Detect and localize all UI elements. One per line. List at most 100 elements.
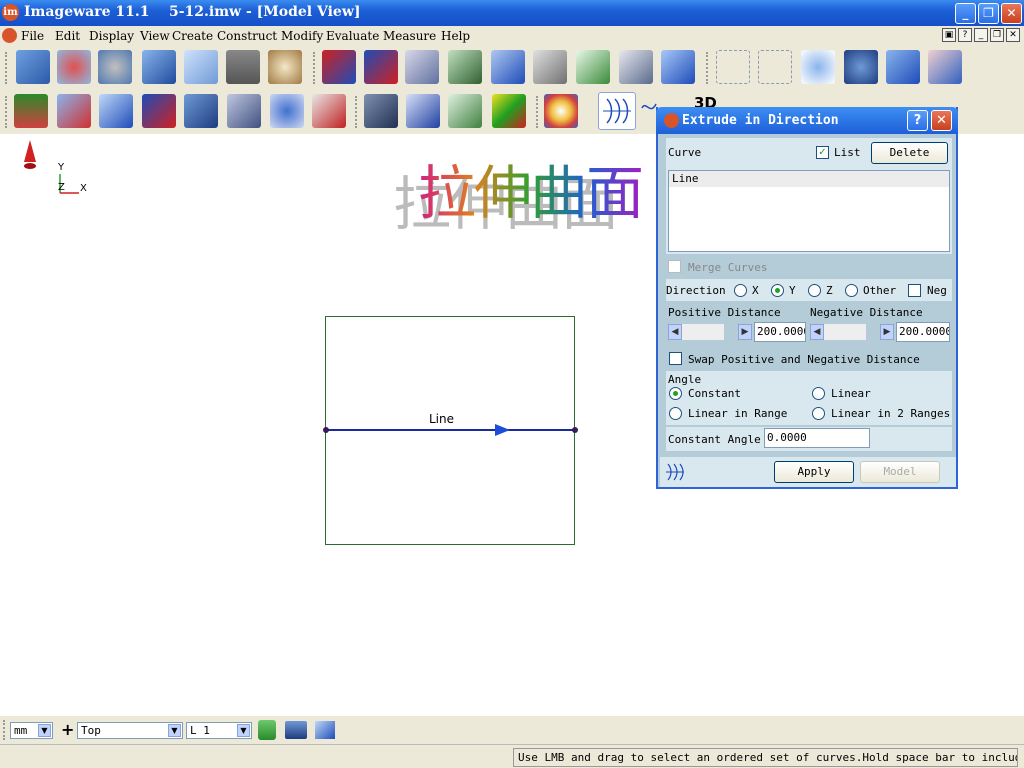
axis-icon[interactable] bbox=[928, 50, 962, 84]
lock-icon[interactable] bbox=[258, 720, 276, 740]
neg-right-arrow-icon[interactable]: ▶ bbox=[880, 324, 894, 340]
neg-checkbox[interactable] bbox=[908, 284, 921, 297]
curve-endpoint-start[interactable] bbox=[323, 427, 329, 433]
toolbar-grip[interactable] bbox=[355, 96, 358, 128]
menu-display[interactable]: Display bbox=[89, 29, 134, 43]
view-select[interactable]: Top ▼ bbox=[77, 722, 183, 739]
layers-icon[interactable] bbox=[99, 94, 133, 128]
minimize-button[interactable]: _ bbox=[955, 3, 976, 24]
mdi-close-icon[interactable]: ✕ bbox=[1006, 28, 1020, 42]
close-button[interactable]: ✕ bbox=[1001, 3, 1022, 24]
mdi-tile-icon[interactable]: ▣ bbox=[942, 28, 956, 42]
stripe-icon[interactable] bbox=[448, 94, 482, 128]
offset-icon[interactable] bbox=[406, 94, 440, 128]
restore-button[interactable]: ❐ bbox=[978, 3, 999, 24]
chevron-down-icon[interactable]: ▼ bbox=[168, 724, 181, 737]
dialog-help-button[interactable]: ? bbox=[907, 110, 928, 131]
monitor-icon[interactable] bbox=[285, 721, 307, 739]
apply-button[interactable]: Apply bbox=[774, 461, 854, 483]
shell-icon[interactable] bbox=[364, 94, 398, 128]
surface-curve-icon[interactable] bbox=[619, 50, 653, 84]
curve-surface-icon[interactable] bbox=[14, 94, 48, 128]
color-map-icon[interactable] bbox=[492, 94, 526, 128]
direction-other-radio[interactable] bbox=[845, 284, 858, 297]
dialog-close-button[interactable]: ✕ bbox=[931, 110, 952, 131]
pos-left-arrow-icon[interactable]: ◀ bbox=[668, 324, 682, 340]
curve-cut-icon[interactable] bbox=[57, 94, 91, 128]
pipe-icon[interactable] bbox=[312, 94, 346, 128]
swap-checkbox[interactable] bbox=[669, 352, 682, 365]
wire-surface-icon[interactable] bbox=[758, 50, 792, 84]
surface-red-icon[interactable] bbox=[322, 50, 356, 84]
normal-arrows-icon[interactable] bbox=[142, 94, 176, 128]
ball-icon[interactable] bbox=[270, 94, 304, 128]
extrude-curves-icon[interactable] bbox=[598, 92, 636, 130]
list-checkbox[interactable]: ✓ bbox=[816, 146, 829, 159]
palette-icon[interactable] bbox=[544, 94, 578, 128]
menu-measure[interactable]: Measure bbox=[383, 29, 436, 43]
pos-slider[interactable] bbox=[682, 324, 724, 340]
menu-modify[interactable]: Modify bbox=[281, 29, 323, 43]
neg-left-arrow-icon[interactable]: ◀ bbox=[810, 324, 824, 340]
pyramid-icon[interactable] bbox=[661, 50, 695, 84]
scan-icon[interactable] bbox=[226, 50, 260, 84]
toolbar-grip[interactable] bbox=[5, 52, 8, 84]
open-file-icon[interactable] bbox=[16, 50, 50, 84]
wire-box-icon[interactable] bbox=[716, 50, 750, 84]
positive-distance-input[interactable]: 200.0000 bbox=[754, 322, 806, 342]
plus-icon[interactable]: + bbox=[61, 720, 74, 739]
menu-create[interactable]: Create bbox=[172, 29, 213, 43]
merge-curves-checkbox[interactable] bbox=[668, 260, 681, 273]
grid-surface-icon[interactable] bbox=[227, 94, 261, 128]
curve-endpoint-end[interactable] bbox=[572, 427, 578, 433]
list-item[interactable]: Line bbox=[669, 171, 949, 187]
surface-gray-icon[interactable] bbox=[405, 50, 439, 84]
direction-z-radio[interactable] bbox=[808, 284, 821, 297]
cup-icon[interactable] bbox=[268, 50, 302, 84]
surface-blue-icon[interactable] bbox=[364, 50, 398, 84]
menu-view[interactable]: View bbox=[140, 29, 170, 43]
toolbar-grip[interactable] bbox=[706, 52, 709, 84]
delete-button[interactable]: Delete bbox=[871, 142, 948, 164]
toolbar-grip[interactable] bbox=[536, 96, 539, 128]
chevron-down-icon[interactable]: ▼ bbox=[38, 724, 51, 737]
pos-right-arrow-icon[interactable]: ▶ bbox=[738, 324, 752, 340]
surface-wave-icon[interactable] bbox=[491, 50, 525, 84]
direction-y-radio[interactable] bbox=[771, 284, 784, 297]
angle-constant-radio[interactable] bbox=[669, 387, 682, 400]
solid-icon[interactable] bbox=[844, 50, 878, 84]
mdi-minimize-icon[interactable]: _ bbox=[974, 28, 988, 42]
unit-select[interactable]: mm ▼ bbox=[10, 722, 53, 739]
box-icon[interactable] bbox=[184, 50, 218, 84]
node-graph-icon[interactable] bbox=[801, 50, 835, 84]
surface-view-icon[interactable] bbox=[315, 721, 335, 739]
layer-select[interactable]: L 1 ▼ bbox=[186, 722, 252, 739]
menu-construct[interactable]: Construct bbox=[217, 29, 277, 43]
dialog-titlebar[interactable]: Extrude in Direction ? ✕ bbox=[656, 107, 958, 134]
mdi-help-icon[interactable]: ? bbox=[958, 28, 972, 42]
loop-icon[interactable] bbox=[184, 94, 218, 128]
surface-pages-icon[interactable] bbox=[533, 50, 567, 84]
plane-icon[interactable] bbox=[886, 50, 920, 84]
angle-linear-radio[interactable] bbox=[812, 387, 825, 400]
neg-slider[interactable] bbox=[824, 324, 866, 340]
search-cloud-icon[interactable] bbox=[98, 50, 132, 84]
menu-evaluate[interactable]: Evaluate bbox=[326, 29, 379, 43]
surface-fold-icon[interactable] bbox=[576, 50, 610, 84]
model-button[interactable]: Model bbox=[860, 461, 940, 483]
menu-edit[interactable]: Edit bbox=[55, 29, 80, 43]
menu-file[interactable]: File bbox=[21, 29, 44, 43]
surface-stripe-icon[interactable] bbox=[448, 50, 482, 84]
toolbar-grip[interactable] bbox=[5, 96, 8, 128]
surface-panel-icon[interactable] bbox=[142, 50, 176, 84]
toolbar-grip[interactable] bbox=[313, 52, 316, 84]
mdi-restore-icon[interactable]: ❐ bbox=[990, 28, 1004, 42]
curve-list[interactable]: Line bbox=[668, 170, 950, 252]
constant-angle-input[interactable]: 0.0000 bbox=[764, 428, 870, 448]
toolbar-grip[interactable] bbox=[3, 720, 6, 740]
chevron-down-icon[interactable]: ▼ bbox=[237, 724, 250, 737]
doc-icon[interactable] bbox=[2, 28, 17, 43]
direction-x-radio[interactable] bbox=[734, 284, 747, 297]
angle-linear-range-radio[interactable] bbox=[669, 407, 682, 420]
negative-distance-input[interactable]: 200.0000 bbox=[896, 322, 950, 342]
